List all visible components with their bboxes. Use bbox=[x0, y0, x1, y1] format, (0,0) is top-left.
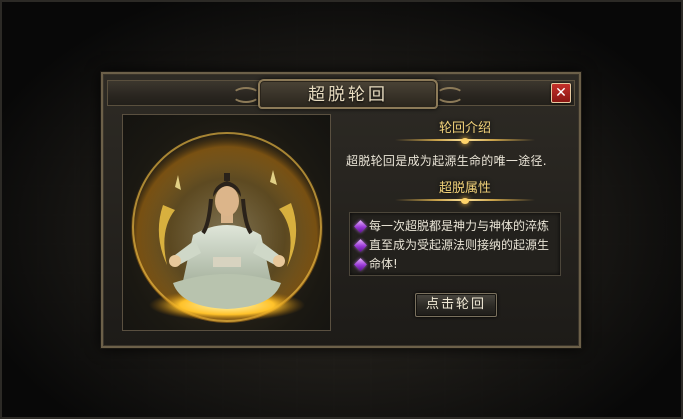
meditating-hero-image bbox=[131, 131, 323, 323]
reincarnate-button[interactable]: 点击轮回 bbox=[415, 293, 497, 317]
attribute-text: 命体! bbox=[369, 257, 398, 271]
purple-gem-icon bbox=[354, 220, 367, 233]
attribute-text: 直至成为受起源法则接纳的起源生 bbox=[369, 238, 550, 252]
intro-heading: 轮回介绍 bbox=[395, 118, 535, 144]
title-ornament-right-icon bbox=[436, 87, 464, 103]
dialog-titlebar: 超脱轮回 bbox=[107, 79, 575, 109]
hero-portrait bbox=[122, 114, 331, 331]
reincarnation-dialog: 超脱轮回 ✕ 轮回介绍 超脱轮回是成为起源生命的唯一途径. 超脱属性 每一次超脱… bbox=[101, 72, 581, 348]
purple-gem-icon bbox=[354, 258, 367, 271]
purple-gem-icon bbox=[354, 239, 367, 252]
attributes-heading: 超脱属性 bbox=[395, 178, 535, 204]
close-button[interactable]: ✕ bbox=[551, 83, 571, 103]
list-item: 每一次超脱都是神力与神体的淬炼 bbox=[354, 217, 550, 235]
dialog-title: 超脱轮回 bbox=[308, 85, 388, 105]
attribute-text: 每一次超脱都是神力与神体的淬炼 bbox=[369, 219, 550, 233]
list-item: 直至成为受起源法则接纳的起源生 bbox=[354, 236, 550, 254]
list-item: 命体! bbox=[354, 255, 398, 273]
title-ornament-left-icon bbox=[232, 87, 260, 103]
attributes-panel: 每一次超脱都是神力与神体的淬炼 直至成为受起源法则接纳的起源生 命体! bbox=[349, 212, 561, 276]
intro-text: 超脱轮回是成为起源生命的唯一途径. bbox=[346, 154, 547, 168]
